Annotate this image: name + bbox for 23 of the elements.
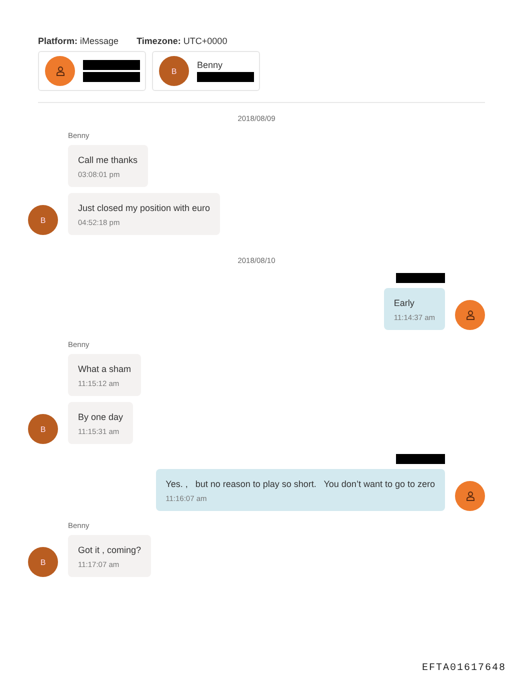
avatar: B: [28, 414, 58, 444]
document-id: EFTA01617648: [422, 663, 506, 674]
message-text: Early: [394, 298, 416, 308]
message-text: Call me thanks: [78, 155, 138, 165]
avatar: B: [28, 205, 58, 235]
message-text: Yes. , but no reason to play so short. You don’t want to go to zero: [166, 479, 435, 489]
redaction-bar: [396, 454, 445, 464]
message-text: By one day: [78, 412, 124, 422]
avatar: B: [159, 56, 189, 86]
person-icon: [466, 491, 474, 501]
person-icon: [56, 66, 64, 76]
avatar: B: [28, 547, 58, 577]
message-text: Just closed my position with euro: [78, 203, 210, 213]
redaction-bar: [83, 60, 140, 70]
timezone-label: Timezone: UTC+0000: [136, 36, 228, 46]
message-text: What a sham: [78, 364, 132, 374]
participant-name: Benny: [197, 60, 224, 70]
redaction-bar: [197, 72, 254, 82]
redaction-bar: [396, 273, 445, 283]
platform-label: Platform: iMessage: [38, 36, 119, 46]
message-text: Got it , coming?: [78, 545, 142, 555]
redaction-bar: [83, 72, 140, 82]
person-icon: [466, 310, 474, 320]
